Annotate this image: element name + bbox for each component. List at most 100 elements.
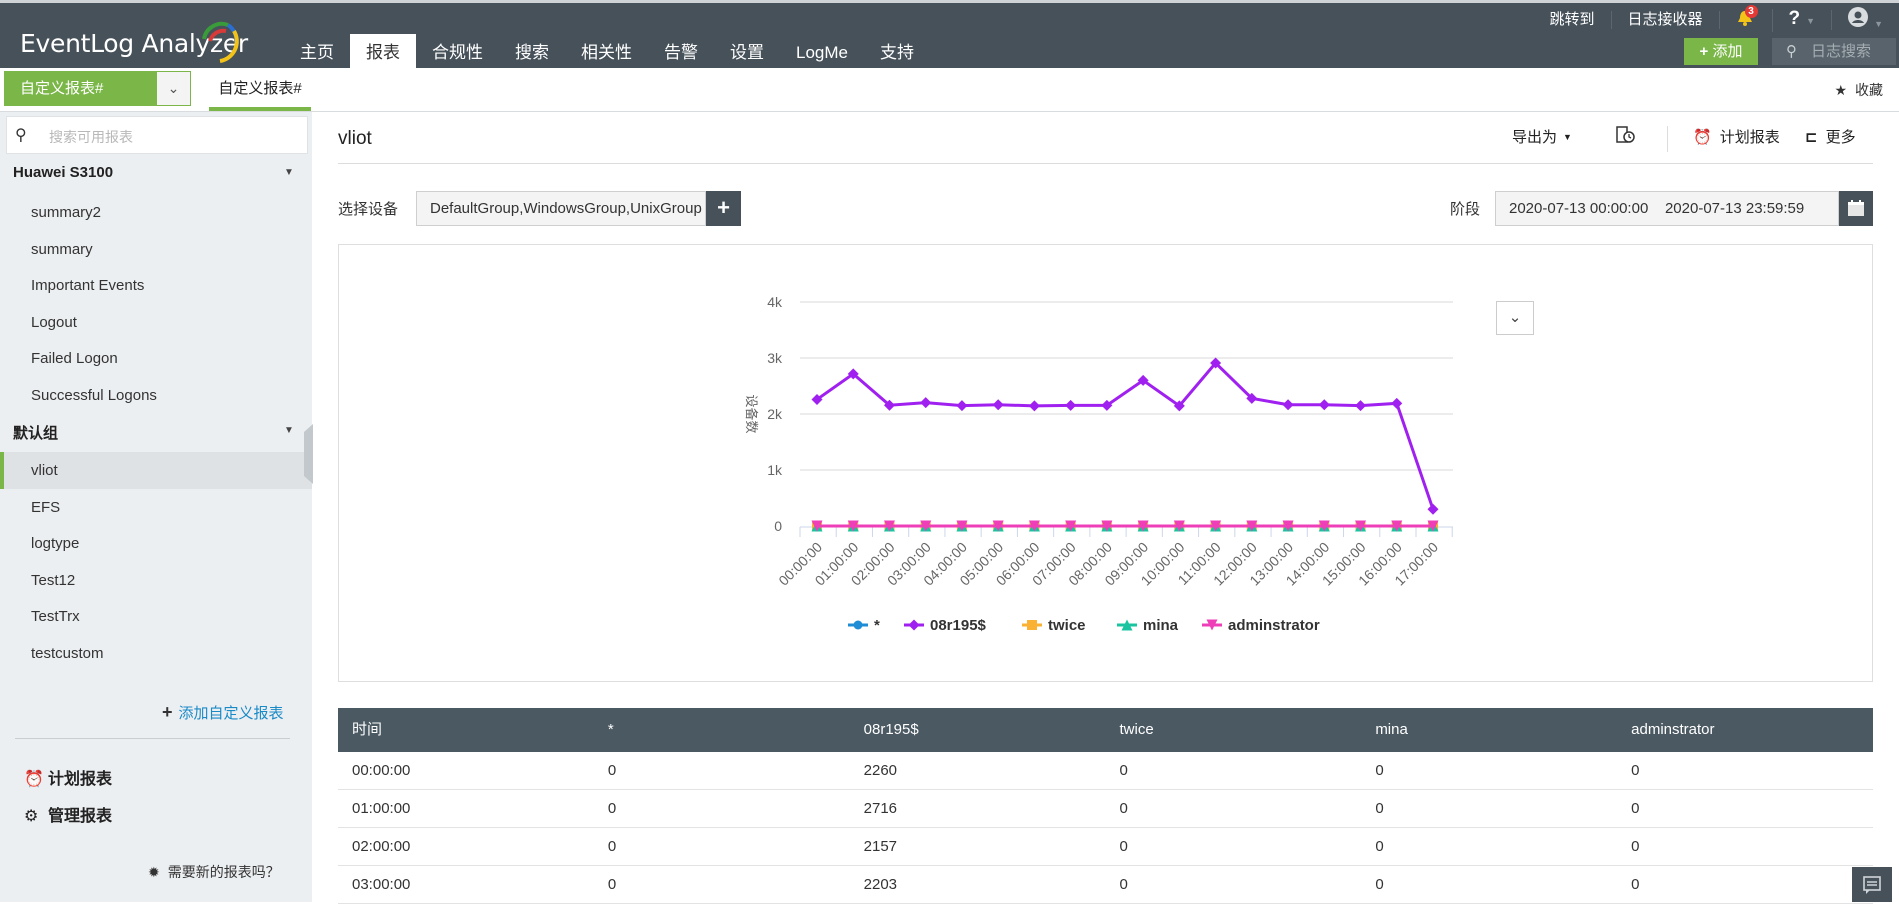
column-header[interactable]: *: [594, 708, 850, 752]
sub-header: 自定义报表# ⌄ 自定义报表# ★ 收藏: [0, 68, 1899, 112]
caret-down-icon[interactable]: ▼: [284, 425, 294, 436]
table-cell: 0: [1375, 800, 1384, 817]
sidebar-item[interactable]: summary2: [0, 194, 312, 231]
table-cell: 0: [1631, 838, 1640, 855]
sidebar-item[interactable]: Test12: [0, 562, 312, 599]
manage-reports-link[interactable]: ⚙ 管理报表: [24, 802, 112, 826]
chevron-down-icon[interactable]: ⌄: [157, 72, 190, 105]
table-cell: 0: [607, 800, 617, 817]
sidebar-item[interactable]: Important Events: [0, 267, 312, 304]
group-huawei[interactable]: Huawei S3100: [13, 164, 113, 181]
table-cell: 0: [1631, 762, 1640, 779]
calendar-button[interactable]: [1839, 191, 1873, 226]
table-cell: 0: [1119, 800, 1128, 817]
table-cell: 0: [1375, 876, 1384, 893]
column-header[interactable]: twice: [1105, 708, 1361, 752]
tab-custom-reports[interactable]: 自定义报表#: [209, 68, 311, 111]
table-cell: 2260: [863, 762, 898, 779]
log-receiver-link[interactable]: 日志接收器: [1612, 11, 1720, 29]
alarm-clock-icon: ⏰: [24, 771, 44, 788]
table-cell: 0: [607, 762, 617, 779]
column-header[interactable]: 08r195$: [850, 708, 1106, 752]
sidebar-item[interactable]: summary: [0, 231, 312, 268]
scheduled-reports-link[interactable]: ⏰ 计划报表: [24, 765, 112, 789]
table-row: 03:00:00 0 2203 0 0 0: [338, 866, 1873, 904]
star-icon: ★: [1834, 82, 1847, 98]
divider: [338, 163, 1873, 164]
alarm-clock-icon: ⏰: [1693, 128, 1712, 146]
table-cell: 0: [1375, 838, 1384, 855]
log-search-input[interactable]: ⚲ 日志搜索: [1772, 38, 1896, 65]
nav-home[interactable]: 主页: [284, 34, 350, 71]
more-icon: ⊏: [1805, 128, 1818, 146]
notifications-button[interactable]: 3: [1720, 4, 1773, 32]
sidebar-item[interactable]: Logout: [0, 304, 312, 341]
report-category-select[interactable]: 自定义报表# ⌄: [4, 71, 191, 106]
device-select-input[interactable]: DefaultGroup,WindowsGroup,UnixGroup: [416, 191, 706, 226]
nav-settings[interactable]: 设置: [714, 34, 780, 71]
table-cell: 0: [1119, 838, 1128, 855]
schedule-report-button[interactable]: ⏰ 计划报表: [1693, 126, 1780, 147]
goto-link[interactable]: 跳转到: [1534, 11, 1612, 29]
period-input[interactable]: 2020-07-13 00:00:00 2020-07-13 23:59:59: [1495, 191, 1839, 226]
table-cell: 2157: [863, 838, 898, 855]
table-row: 00:00:00 0 2260 0 0 0: [338, 752, 1873, 790]
group-default[interactable]: 默认组: [13, 422, 58, 443]
export-menu[interactable]: 导出为 ▼: [1512, 126, 1572, 147]
chart-container: [338, 244, 1873, 682]
caret-down-icon: ▼: [1563, 131, 1572, 142]
table-cell: 0: [1119, 762, 1128, 779]
favorite-label: 收藏: [1855, 82, 1883, 98]
nav-reports[interactable]: 报表: [350, 34, 416, 71]
sidebar-item[interactable]: TestTrx: [0, 598, 312, 635]
need-new-report-link[interactable]: ✹ 需要新的报表吗？: [148, 862, 280, 882]
report-history-icon[interactable]: [1616, 126, 1636, 144]
add-custom-report-link[interactable]: + 添加自定义报表: [162, 702, 284, 723]
help-menu[interactable]: ? ▼: [1773, 8, 1833, 30]
chat-button[interactable]: [1852, 867, 1892, 902]
caret-down-icon: ▼: [1806, 16, 1816, 26]
table-cell: 2203: [863, 876, 898, 893]
help-icon: ?: [1788, 8, 1801, 29]
table-cell: 0: [607, 876, 617, 893]
nav-correlation[interactable]: 相关性: [565, 34, 648, 71]
nav-alerts[interactable]: 告警: [648, 34, 714, 71]
caret-down-icon[interactable]: ▼: [284, 167, 294, 178]
sidebar-item[interactable]: logtype: [0, 525, 312, 562]
sidebar-item[interactable]: testcustom: [0, 635, 312, 672]
add-button[interactable]: + 添加: [1684, 38, 1758, 65]
report-search-input[interactable]: ⚲ 搜索可用报表: [6, 116, 308, 154]
sidebar-item-active[interactable]: vliot: [0, 452, 312, 489]
report-title: vliot: [338, 128, 372, 149]
logo-arc-icon: [202, 21, 239, 63]
column-header[interactable]: 时间: [338, 708, 594, 752]
sidebar-item[interactable]: EFS: [0, 489, 312, 526]
divider: [15, 738, 290, 739]
table-cell: 02:00:00: [352, 838, 411, 855]
column-header[interactable]: mina: [1361, 708, 1617, 752]
user-menu[interactable]: ▼: [1832, 7, 1899, 33]
sidebar-item[interactable]: Failed Logon: [0, 340, 312, 377]
column-header[interactable]: adminstrator: [1617, 708, 1873, 752]
table-cell: 0: [1375, 762, 1384, 779]
table-cell: 0: [1119, 876, 1128, 893]
device-label: 选择设备: [338, 201, 399, 218]
report-search-placeholder: 搜索可用报表: [49, 129, 133, 145]
gear-icon: ⚙: [24, 808, 39, 825]
add-device-button[interactable]: +: [706, 191, 741, 226]
more-button[interactable]: ⊏ 更多: [1805, 126, 1856, 147]
top-links: 跳转到 日志接收器 3 ? ▼ ▼: [1534, 4, 1899, 34]
sidebar-item[interactable]: Successful Logons: [0, 377, 312, 414]
sidebar: ⚲ 搜索可用报表 Huawei S3100 ▼ summary2 summary…: [0, 112, 312, 902]
nav-support[interactable]: 支持: [864, 34, 930, 71]
chart-options-button[interactable]: ⌄: [1496, 301, 1534, 335]
nav-logme[interactable]: LogMe: [780, 34, 864, 71]
nav-compliance[interactable]: 合规性: [416, 34, 499, 71]
need-new-report-label: 需要新的报表吗？: [167, 864, 280, 880]
nav-search[interactable]: 搜索: [499, 34, 565, 71]
plus-icon: +: [162, 702, 173, 722]
export-label: 导出为: [1512, 129, 1558, 146]
favorite-button[interactable]: ★ 收藏: [1834, 80, 1883, 100]
toolbar-divider: [1667, 126, 1668, 152]
table-cell: 0: [1631, 876, 1640, 893]
